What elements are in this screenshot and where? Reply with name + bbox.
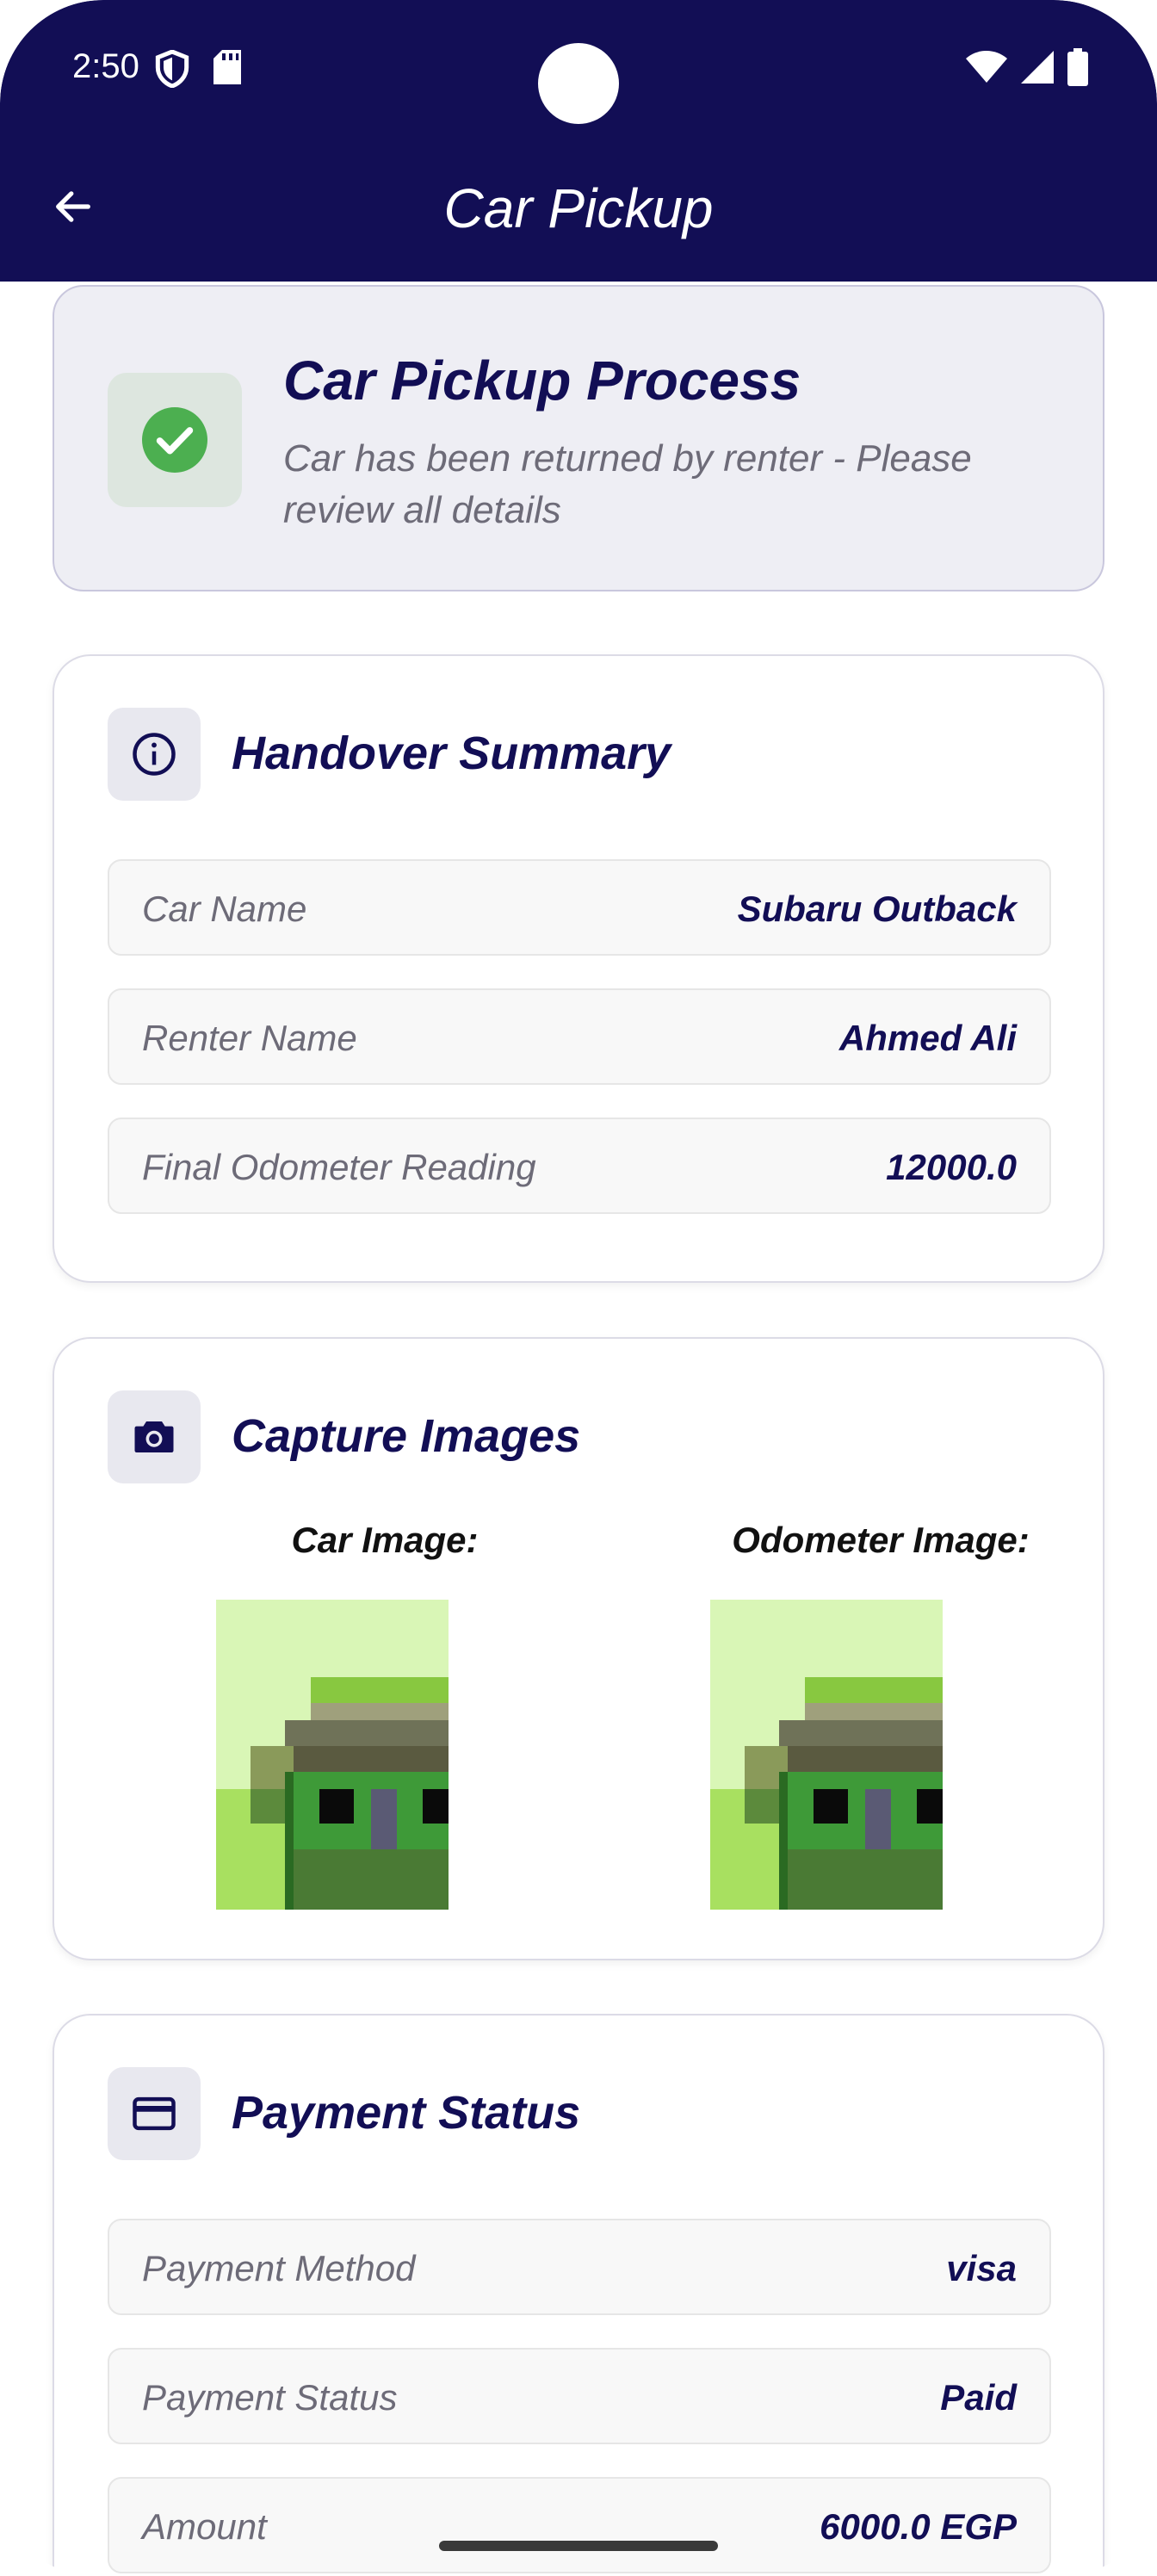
info-icon [133, 733, 176, 776]
pickup-process-banner: Car Pickup Process Car has been returned… [53, 285, 1104, 591]
odometer-image-column: Odometer Image: [665, 1520, 1096, 1561]
app-screen: 2:50 Car Pickup Car Pickup Process Car h… [0, 0, 1157, 2576]
status-icons [966, 48, 1088, 86]
row-label: Amount [142, 2506, 267, 2547]
row-label: Car Name [142, 889, 307, 929]
capture-icon-box [108, 1390, 201, 1483]
banner-subtitle: Car has been returned by renter - Please… [283, 437, 972, 531]
row-value: 6000.0 EGP [820, 2506, 1017, 2547]
capture-title: Capture Images [232, 1410, 581, 1462]
row-value: visa [946, 2248, 1017, 2288]
odometer-image-label: Odometer Image: [732, 1520, 1030, 1560]
row-label: Renter Name [142, 1018, 357, 1058]
camera-icon [134, 1421, 174, 1452]
banner-title: Car Pickup Process [283, 350, 801, 412]
signal-icon [1021, 51, 1054, 84]
car-image-label: Car Image: [291, 1520, 479, 1560]
car-image [216, 1600, 449, 1910]
detail-row-payment-status: Payment Status Paid [108, 2348, 1051, 2444]
status-bar: 2:50 [0, 0, 1157, 138]
odometer-image-thumbnail[interactable] [710, 1599, 943, 1910]
detail-row-payment-method: Payment Method visa [108, 2219, 1051, 2315]
check-circle-icon [142, 407, 207, 473]
shield-icon [155, 50, 189, 88]
app-header: 2:50 Car Pickup [0, 0, 1157, 282]
status-time: 2:50 [72, 47, 139, 85]
detail-row-amount: Amount 6000.0 EGP [108, 2477, 1051, 2573]
camera-cutout [538, 43, 619, 124]
battery-icon [1067, 48, 1088, 86]
payment-icon-box [108, 2067, 201, 2160]
page-title: Car Pickup [443, 177, 714, 239]
row-label: Final Odometer Reading [142, 1147, 536, 1187]
car-image-thumbnail[interactable] [216, 1599, 449, 1910]
detail-row-odometer: Final Odometer Reading 12000.0 [108, 1118, 1051, 1214]
handover-title: Handover Summary [232, 728, 671, 779]
handover-icon-box [108, 708, 201, 801]
row-label: Payment Method [142, 2248, 416, 2288]
odometer-image [710, 1600, 943, 1910]
detail-row-renter-name: Renter Name Ahmed Ali [108, 988, 1051, 1085]
capture-images-card: Capture Images Car Image: Odometer Image… [53, 1337, 1104, 1960]
row-value: Subaru Outback [737, 889, 1017, 929]
row-label: Payment Status [142, 2377, 398, 2418]
banner-icon-box [108, 373, 242, 507]
car-image-column: Car Image: [170, 1520, 600, 1561]
handover-summary-card: Handover Summary Car Name Subaru Outback… [53, 654, 1104, 1283]
payment-status-card: Payment Status Payment Method visa Payme… [53, 2014, 1104, 2576]
row-value: Paid [940, 2377, 1017, 2418]
sd-card-icon [213, 50, 241, 84]
row-value: 12000.0 [886, 1147, 1017, 1187]
wifi-icon [966, 51, 1007, 83]
credit-card-icon [133, 2096, 176, 2131]
detail-row-car-name: Car Name Subaru Outback [108, 859, 1051, 956]
row-value: Ahmed Ali [838, 1018, 1017, 1058]
home-indicator[interactable] [439, 2541, 718, 2551]
payment-title: Payment Status [232, 2087, 581, 2139]
